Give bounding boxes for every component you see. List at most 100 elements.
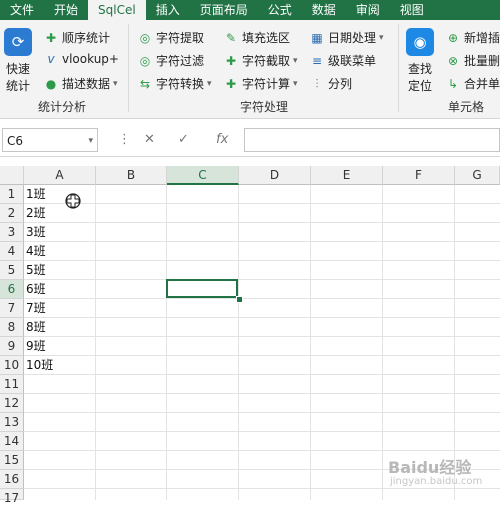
cell-a10[interactable]: 10班 — [24, 356, 53, 375]
tab-formulas[interactable]: 公式 — [258, 0, 302, 20]
add-insert-label: 新增插 — [464, 31, 500, 45]
vlookup-icon: v — [47, 52, 55, 66]
vlookup-plus-button[interactable]: v vlookup+ — [44, 52, 119, 66]
cell-a3[interactable]: 3班 — [24, 223, 46, 242]
cell-a1[interactable]: 1班 — [24, 185, 46, 204]
add-insert-button[interactable]: ⊕ 新增插 — [446, 29, 500, 46]
tab-view[interactable]: 视图 — [390, 0, 434, 20]
row-header[interactable]: 9 — [0, 337, 24, 356]
char-filter-button[interactable]: ◎ 字符过滤 — [138, 52, 204, 69]
chevron-down-icon: ▾ — [88, 136, 93, 146]
merge-cells-button[interactable]: ↳ 合并单 — [446, 75, 500, 92]
date-process-label: 日期处理 — [328, 31, 377, 45]
string-group-label: 字符处理 — [240, 100, 289, 114]
row-header[interactable]: 8 — [0, 318, 24, 337]
row-header[interactable]: 12 — [0, 394, 24, 413]
column-header-e[interactable]: E — [311, 166, 383, 185]
cell-a7[interactable]: 7班 — [24, 299, 46, 318]
cell-a2[interactable]: 2班 — [24, 204, 46, 223]
fill-selection-icon: ✎ — [225, 30, 237, 45]
quick-stats-button[interactable]: ⟳ 快速 统计 — [4, 28, 32, 94]
quick-stats-icon: ⟳ — [4, 28, 32, 56]
tab-home[interactable]: 开始 — [44, 0, 88, 20]
row-header[interactable]: 17 — [0, 489, 24, 505]
row-header-selected[interactable]: 6 — [0, 280, 24, 299]
ribbon: ⟳ 快速 统计 ✚ 顺序统计 v vlookup+ ● 描述数据 ▾ 统计分析 … — [0, 20, 500, 119]
fill-selection-button[interactable]: ✎ 填充选区 — [224, 29, 290, 46]
grid-line — [95, 185, 96, 500]
row-header[interactable]: 15 — [0, 451, 24, 470]
char-calc-button[interactable]: ✚ 字符计算 ▾ — [224, 75, 298, 92]
row-header[interactable]: 10 — [0, 356, 24, 375]
delete-icon: ⊗ — [447, 53, 459, 68]
formula-bar: C6 ▾ ⋮ ✕ ✓ fx — [0, 126, 500, 157]
char-extract-label: 字符提取 — [156, 31, 205, 45]
confirm-icon[interactable]: ✓ — [178, 128, 189, 152]
batch-delete-button[interactable]: ⊗ 批量删 — [446, 52, 500, 69]
tab-page-layout[interactable]: 页面布局 — [190, 0, 258, 20]
column-header-a[interactable]: A — [24, 166, 96, 185]
grid-line — [166, 185, 167, 500]
row-header[interactable]: 16 — [0, 470, 24, 489]
sequence-stats-button[interactable]: ✚ 顺序统计 — [44, 29, 110, 46]
column-header-b[interactable]: B — [96, 166, 167, 185]
char-convert-button[interactable]: ⇆ 字符转换 ▾ — [138, 75, 212, 92]
watermark-url: jingyan.baidu.com — [390, 476, 483, 487]
watermark-logo: Baidu经验 — [388, 458, 472, 477]
row-header[interactable]: 5 — [0, 261, 24, 280]
selected-cell-c6[interactable] — [166, 279, 238, 298]
add-icon: ⊕ — [447, 30, 459, 45]
spreadsheet-grid: A B C D E F G 1 2 3 4 5 6 7 8 9 10 11 12… — [0, 166, 500, 505]
find-locate-icon: ◉ — [406, 28, 434, 56]
batch-delete-label: 批量删 — [464, 54, 500, 68]
char-cut-icon: ✚ — [225, 53, 237, 68]
row-header[interactable]: 2 — [0, 204, 24, 223]
describe-data-button[interactable]: ● 描述数据 ▾ — [44, 75, 118, 92]
char-cut-label: 字符截取 — [242, 54, 291, 68]
merge-cells-label: 合并单 — [464, 77, 500, 91]
fx-icon[interactable]: fx — [216, 128, 228, 152]
char-extract-button[interactable]: ◎ 字符提取 — [138, 29, 204, 46]
cell-a5[interactable]: 5班 — [24, 261, 46, 280]
cascade-menu-button[interactable]: ≡ 级联菜单 — [310, 52, 376, 69]
describe-data-label: 描述数据 — [62, 77, 111, 91]
split-column-button[interactable]: ⫶ 分列 — [310, 75, 352, 92]
column-header-d[interactable]: D — [239, 166, 311, 185]
column-header-g[interactable]: G — [455, 166, 500, 185]
tab-file[interactable]: 文件 — [0, 0, 44, 20]
row-header[interactable]: 14 — [0, 432, 24, 451]
char-convert-label: 字符转换 — [156, 77, 205, 91]
dropdown-arrow-icon: ▾ — [293, 55, 298, 66]
cell-group-label: 单元格 — [448, 100, 485, 114]
find-locate-button[interactable]: ◉ 查找 定位 — [406, 28, 434, 94]
grid-line — [382, 185, 383, 500]
column-header-c[interactable]: C — [167, 166, 239, 185]
row-header[interactable]: 3 — [0, 223, 24, 242]
row-header[interactable]: 1 — [0, 185, 24, 204]
mouse-cursor-icon — [65, 193, 81, 209]
grid-line — [454, 185, 455, 500]
tab-insert[interactable]: 插入 — [146, 0, 190, 20]
column-header-f[interactable]: F — [383, 166, 455, 185]
char-cut-button[interactable]: ✚ 字符截取 ▾ — [224, 52, 298, 69]
cancel-icon[interactable]: ✕ — [144, 128, 155, 152]
row-header[interactable]: 11 — [0, 375, 24, 394]
formula-input[interactable] — [244, 128, 500, 152]
date-process-button[interactable]: ▦ 日期处理 ▾ — [310, 29, 383, 46]
row-header[interactable]: 13 — [0, 413, 24, 432]
cell-a9[interactable]: 9班 — [24, 337, 46, 356]
tab-review[interactable]: 审阅 — [346, 0, 390, 20]
sequence-stats-icon: ✚ — [45, 30, 57, 45]
row-header[interactable]: 7 — [0, 299, 24, 318]
select-all-corner[interactable] — [0, 166, 24, 185]
cell-a6[interactable]: 6班 — [24, 280, 46, 299]
cell-a8[interactable]: 8班 — [24, 318, 46, 337]
split-icon: ⫶ — [315, 76, 319, 91]
ribbon-separator — [128, 24, 129, 112]
cell-a4[interactable]: 4班 — [24, 242, 46, 261]
tab-sqlcel[interactable]: SqlCel — [88, 0, 146, 20]
name-box[interactable]: C6 ▾ — [2, 128, 98, 152]
row-header[interactable]: 4 — [0, 242, 24, 261]
fill-handle[interactable] — [236, 296, 243, 303]
tab-data[interactable]: 数据 — [302, 0, 346, 20]
